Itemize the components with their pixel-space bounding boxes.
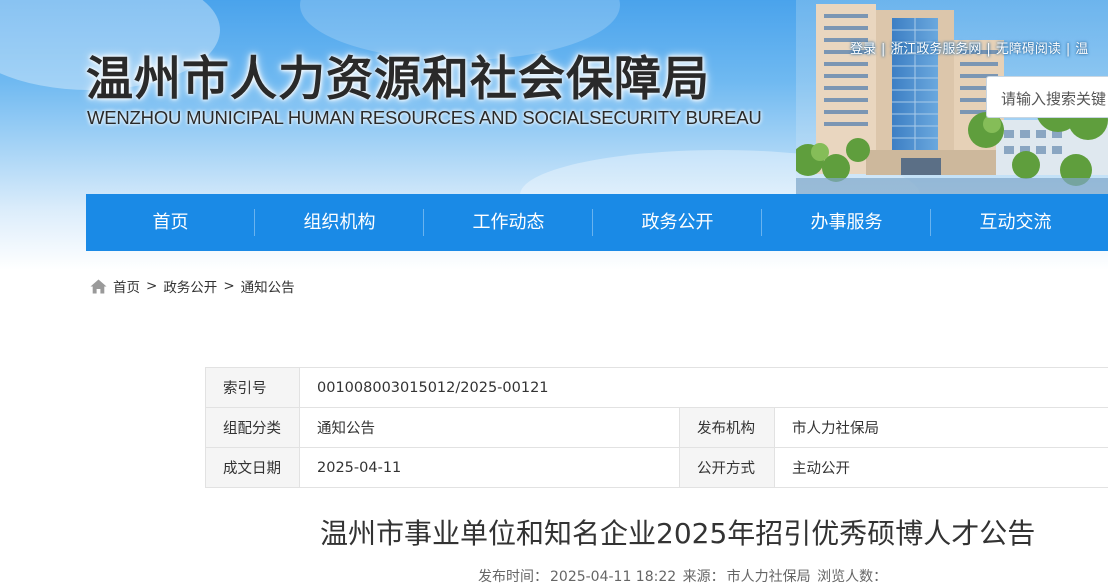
breadcrumb-home-link[interactable]: 首页 [113, 276, 140, 296]
table-row: 成文日期 2025-04-11 公开方式 主动公开 [206, 448, 1108, 488]
link-separator: | [881, 42, 885, 57]
date-label: 成文日期 [206, 448, 300, 488]
home-icon [90, 279, 107, 294]
index-label: 索引号 [206, 368, 300, 408]
table-row: 索引号 001008003015012/2025-00121 [206, 368, 1108, 408]
nav-item-home[interactable]: 首页 [86, 194, 255, 251]
breadcrumb-separator: > [223, 278, 234, 294]
publisher-label: 发布机构 [680, 408, 775, 448]
article-meta: 发布时间：2025-04-11 18:22 来源：市人力社保局 浏览人数： [478, 566, 889, 586]
breadcrumb-separator: > [146, 278, 157, 294]
nav-item-gov-affairs[interactable]: 政务公开 [593, 194, 762, 251]
wenzhou-link[interactable]: 温 [1075, 42, 1088, 57]
search-input[interactable]: 请输入搜索关键 [986, 76, 1108, 118]
nav-item-interaction[interactable]: 互动交流 [931, 194, 1100, 251]
views-label: 浏览人数： [817, 569, 887, 585]
source-label: 来源： [683, 569, 725, 585]
main-nav: 首页 组织机构 工作动态 政务公开 办事服务 互动交流 [86, 194, 1108, 251]
category-value: 通知公告 [300, 408, 680, 448]
link-separator: | [986, 42, 990, 57]
open-method-value: 主动公开 [775, 448, 1108, 488]
login-link[interactable]: 登录 [850, 42, 876, 57]
date-value: 2025-04-11 [300, 448, 680, 488]
zj-gov-service-link[interactable]: 浙江政务服务网 [890, 42, 981, 57]
article-title: 温州市事业单位和知名企业2025年招引优秀硕博人才公告 [320, 512, 1035, 552]
link-separator: | [1066, 42, 1070, 57]
breadcrumb: 首页 > 政务公开 > 通知公告 [90, 276, 295, 296]
publish-time: 2025-04-11 18:22 [550, 569, 676, 585]
nav-item-services[interactable]: 办事服务 [762, 194, 931, 251]
nav-item-work-news[interactable]: 工作动态 [424, 194, 593, 251]
category-label: 组配分类 [206, 408, 300, 448]
publisher-value: 市人力社保局 [775, 408, 1108, 448]
accessible-reading-link[interactable]: 无障碍阅读 [996, 42, 1061, 57]
source-value: 市人力社保局 [727, 569, 811, 585]
document-meta-table: 索引号 001008003015012/2025-00121 组配分类 通知公告… [205, 367, 1108, 488]
site-title: 温州市人力资源和社会保障局 [86, 40, 710, 109]
site-subtitle: WENZHOU MUNICIPAL HUMAN RESOURCES AND SO… [87, 107, 762, 129]
index-value: 001008003015012/2025-00121 [300, 368, 1108, 408]
breadcrumb-gov-affairs-link[interactable]: 政务公开 [163, 276, 217, 296]
table-row: 组配分类 通知公告 发布机构 市人力社保局 [206, 408, 1108, 448]
breadcrumb-notices-link[interactable]: 通知公告 [241, 276, 295, 296]
top-links: 登录 | 浙江政务服务网 | 无障碍阅读 | 温 [850, 38, 1088, 57]
nav-item-organization[interactable]: 组织机构 [255, 194, 424, 251]
publish-time-label: 发布时间： [478, 569, 548, 585]
open-method-label: 公开方式 [680, 448, 775, 488]
